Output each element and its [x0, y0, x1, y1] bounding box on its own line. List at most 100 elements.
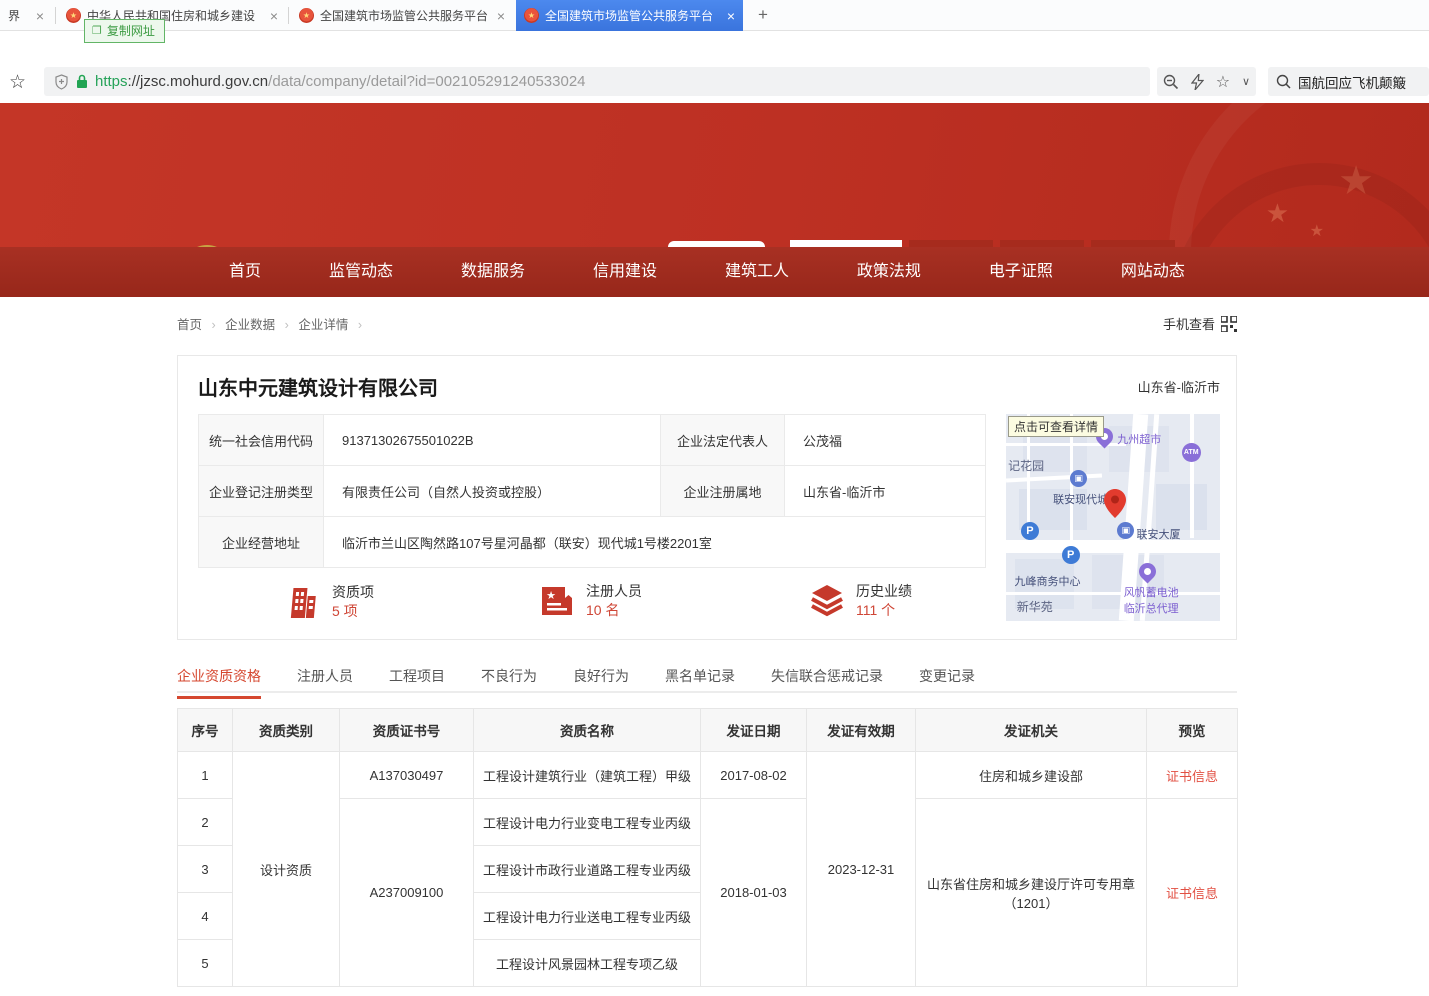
browser-tab-jzsc-1[interactable]: ★ 全国建筑市场监管公共服务平台 × [291, 0, 513, 31]
nav-item-e-license[interactable]: 电子证照 [989, 247, 1053, 297]
col-category: 资质类别 [233, 709, 340, 752]
stat-label: 历史业绩 [856, 582, 912, 601]
stat-value[interactable]: 5 项 [332, 602, 374, 621]
table-row: 企业登记注册类型 有限责任公司（自然人投资或控股） 企业注册属地 山东省-临沂市 [199, 466, 986, 517]
copy-icon: ❐ [92, 24, 102, 37]
tab-projects[interactable]: 工程项目 [389, 665, 445, 691]
certificate-info-link[interactable]: 证书信息 [1166, 769, 1218, 784]
breadcrumb-company-data[interactable]: 企业数据 [225, 318, 275, 332]
atm-icon: ATM [1182, 443, 1201, 462]
breadcrumb-separator: › [212, 318, 216, 332]
company-card: 山东中元建筑设计有限公司 山东省-临沂市 统一社会信用代码 9137130267… [177, 355, 1237, 640]
qual-name: 工程设计市政行业道路工程专业丙级 [474, 846, 701, 893]
tab-qualifications[interactable]: 企业资质资格 [177, 665, 261, 691]
row-index: 5 [178, 940, 233, 987]
star-icon[interactable]: ☆ [1216, 72, 1230, 92]
tab-dishonesty-records[interactable]: 失信联合惩戒记录 [771, 665, 883, 691]
row-index: 1 [178, 752, 233, 799]
building-poi-icon: ▣ [1070, 470, 1087, 487]
cert-no: A137030497 [340, 752, 474, 799]
mobile-view-button[interactable]: 手机查看 [1163, 314, 1237, 333]
stat-registered-personnel: ★ 注册人员 10 名 [538, 582, 642, 620]
close-icon[interactable]: × [270, 9, 278, 23]
nav-item-supervision[interactable]: 监管动态 [329, 247, 393, 297]
stat-label: 注册人员 [586, 582, 642, 601]
table-row: 1 设计资质 A137030497 工程设计建筑行业（建筑工程）甲级 2017-… [178, 752, 1238, 799]
valid-until: 2023-12-31 [807, 752, 916, 987]
tab-registered-personnel[interactable]: 注册人员 [297, 665, 353, 691]
search-tab-personnel[interactable]: 从业人员 [909, 240, 993, 247]
url-path: /data/company/detail?id=0021052912405330… [268, 73, 585, 90]
search-category-tabs: 建设工程企业 从业人员 建设项目 诚信记录 [790, 240, 1237, 247]
col-preview: 预览 [1147, 709, 1238, 752]
issue-date: 2018-01-03 [701, 799, 807, 987]
zoom-out-icon[interactable] [1163, 74, 1179, 90]
nav-item-site-news[interactable]: 网站动态 [1121, 247, 1185, 297]
bookmark-star-icon[interactable]: ☆ [9, 71, 26, 94]
issue-date: 2017-08-02 [701, 752, 807, 799]
breadcrumb-home[interactable]: 首页 [177, 318, 202, 332]
header-search-module: 建设工程企业 从业人员 建设项目 诚信记录 搜索 [790, 240, 1237, 247]
stat-value[interactable]: 111 个 [856, 601, 912, 620]
tab-good-behavior[interactable]: 良好行为 [573, 665, 629, 691]
chevron-down-icon[interactable]: ∨ [1242, 75, 1250, 88]
search-tab-enterprise[interactable]: 建设工程企业 [790, 240, 902, 247]
star-decoration-icon: ★ [1338, 158, 1374, 204]
close-icon[interactable]: × [36, 9, 44, 23]
copy-url-tooltip: ❐ 复制网址 [84, 19, 165, 43]
new-tab-button[interactable]: + [752, 5, 774, 27]
svg-text:★: ★ [546, 590, 556, 602]
table-header-row: 序号 资质类别 资质证书号 资质名称 发证日期 发证有效期 发证机关 预览 [178, 709, 1238, 752]
map-label-xinhuayuan: 新华苑 [1017, 598, 1053, 615]
address-bar[interactable]: https://jzsc.mohurd.gov.cn/data/company/… [44, 67, 1150, 96]
tab-blacklist[interactable]: 黑名单记录 [665, 665, 735, 691]
browser-news-search[interactable]: 国航回应飞机颠簸 [1268, 67, 1429, 96]
url-scheme: https [95, 73, 128, 90]
tab-title: 全国建筑市场监管公共服务平台 [545, 7, 721, 24]
star-decoration-icon: ★ [1310, 221, 1324, 241]
company-location-map[interactable]: 点击可查看详情 九州超市 ATM 记花园 ▣ 联安现代城 ▣ 联安大厦 P P … [1006, 414, 1220, 621]
map-pin-icon [1104, 489, 1126, 518]
search-icon [1276, 74, 1291, 89]
nav-item-credit[interactable]: 信用建设 [593, 247, 657, 297]
tab-bad-behavior[interactable]: 不良行为 [481, 665, 537, 691]
stat-value[interactable]: 10 名 [586, 601, 642, 620]
nav-item-policy[interactable]: 政策法规 [857, 247, 921, 297]
reg-area-value: 山东省-临沂市 [785, 466, 986, 517]
close-icon[interactable]: × [727, 9, 735, 23]
browser-tab-active[interactable]: ★ 全国建筑市场监管公共服务平台 × [516, 0, 743, 31]
address-label: 企业经营地址 [199, 517, 324, 568]
lightning-icon[interactable] [1191, 74, 1204, 90]
nav-item-home[interactable]: 首页 [229, 247, 261, 297]
breadcrumb: 首页 › 企业数据 › 企业详情 › 手机查看 [177, 314, 1237, 336]
url-text: https://jzsc.mohurd.gov.cn/data/company/… [95, 73, 586, 90]
tab-separator [288, 7, 289, 24]
url-host: ://jzsc.mohurd.gov.cn [128, 73, 269, 90]
address-value: 临沂市兰山区陶然路107号星河晶都（联安）现代城1号楼2201室 [324, 517, 986, 568]
star-decoration-icon: ★ [1266, 198, 1289, 229]
parking-icon: P [1062, 546, 1080, 564]
certificate-info-link[interactable]: 证书信息 [1166, 886, 1218, 901]
news-search-text: 国航回应飞机颠簸 [1298, 72, 1406, 92]
map-label-garden: 记花园 [1008, 457, 1044, 474]
tab-change-records[interactable]: 变更记录 [919, 665, 975, 691]
search-tab-credit[interactable]: 诚信记录 [1091, 240, 1175, 247]
parking-icon: P [1021, 522, 1039, 540]
browser-tab-partial[interactable]: 界 × [0, 0, 52, 31]
lock-icon [76, 74, 88, 89]
nav-item-data-service[interactable]: 数据服务 [461, 247, 525, 297]
search-tab-project[interactable]: 建设项目 [1000, 240, 1084, 247]
breadcrumb-company-detail[interactable]: 企业详情 [298, 318, 348, 332]
map-label-lianan-modern-city: 联安现代城 [1053, 491, 1108, 507]
table-row: 统一社会信用代码 91371302675501022B 企业法定代表人 公茂福 [199, 415, 986, 466]
qual-name: 工程设计建筑行业（建筑工程）甲级 [474, 752, 701, 799]
authority: 住房和城乡建设部 [916, 752, 1147, 799]
mobile-view-label: 手机查看 [1163, 314, 1215, 333]
row-index: 4 [178, 893, 233, 940]
cert-no: A237009100 [340, 799, 474, 987]
col-index: 序号 [178, 709, 233, 752]
close-icon[interactable]: × [497, 9, 505, 23]
map-label-lianan-tower: 联安大厦 [1137, 526, 1181, 542]
detail-tabs: 企业资质资格 注册人员 工程项目 不良行为 良好行为 黑名单记录 失信联合惩戒记… [177, 665, 1237, 693]
nav-item-workers[interactable]: 建筑工人 [725, 247, 789, 297]
